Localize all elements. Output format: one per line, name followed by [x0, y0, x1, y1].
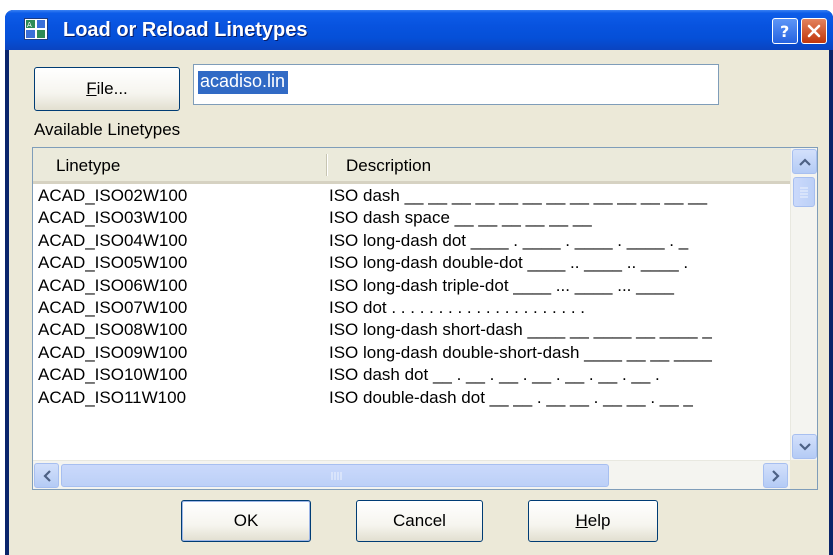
- list-item[interactable]: ACAD_ISO07W100 ISO dot . . . . . . . . . …: [33, 298, 791, 320]
- autocad-app-icon: A: [24, 18, 48, 40]
- linetype-name: ACAD_ISO06W100: [38, 275, 188, 295]
- cancel-button[interactable]: Cancel: [356, 500, 483, 542]
- scrollbar-corner: [790, 460, 817, 489]
- linetype-description: ISO long-dash short-dash ____ __ ____ __…: [329, 320, 712, 340]
- help-button-label: Help: [575, 511, 611, 530]
- list-header: Linetype Description: [33, 148, 791, 184]
- file-name-value: acadiso.lin: [198, 71, 289, 94]
- dialog-body: File... acadiso.lin Available Linetypes …: [9, 50, 829, 555]
- linetype-name: ACAD_ISO03W100: [38, 208, 188, 228]
- linetype-name: ACAD_ISO09W100: [38, 342, 188, 362]
- column-header-description[interactable]: Description: [346, 156, 431, 176]
- window-title: Load or Reload Linetypes: [63, 19, 308, 41]
- scroll-left-button[interactable]: [34, 463, 59, 488]
- svg-text:?: ?: [780, 22, 789, 40]
- horizontal-scroll-thumb[interactable]: [61, 464, 609, 487]
- linetype-name: ACAD_ISO10W100: [38, 365, 188, 385]
- list-rows: ACAD_ISO02W100 ISO dash __ __ __ __ __ __…: [33, 186, 791, 410]
- file-name-input[interactable]: acadiso.lin: [193, 64, 719, 105]
- file-button-label: File...: [86, 79, 128, 98]
- list-item[interactable]: ACAD_ISO06W100 ISO long-dash triple-dot _…: [33, 276, 791, 298]
- linetype-name: ACAD_ISO04W100: [38, 230, 188, 250]
- horizontal-scrollbar[interactable]: [33, 460, 791, 489]
- linetype-description: ISO long-dash double-short-dash ____ __ …: [329, 342, 712, 362]
- scroll-down-button[interactable]: [792, 434, 817, 459]
- linetype-description: ISO long-dash triple-dot ____ ... ____ .…: [329, 275, 674, 295]
- svg-text:A: A: [27, 21, 32, 29]
- title-bar[interactable]: A Load or Reload Linetypes ?: [5, 10, 833, 50]
- linetype-description: ISO double-dash dot __ __ . __ __ . __ _…: [329, 387, 693, 407]
- close-x-icon: [807, 24, 821, 38]
- vertical-scroll-thumb[interactable]: [793, 177, 815, 207]
- chevron-down-icon: [798, 442, 811, 451]
- linetype-name: ACAD_ISO11W100: [38, 387, 187, 407]
- list-item[interactable]: ACAD_ISO10W100 ISO dash dot __ . __ . __ …: [33, 365, 791, 387]
- linetype-name: ACAD_ISO05W100: [38, 253, 188, 273]
- help-title-button[interactable]: ?: [772, 18, 798, 44]
- linetype-description: ISO dash space __ __ __ __ __ __: [329, 208, 592, 228]
- linetype-name: ACAD_ISO08W100: [38, 320, 188, 340]
- linetype-description: ISO dot . . . . . . . . . . . . . . . . …: [329, 297, 586, 317]
- file-button[interactable]: File...: [34, 67, 180, 111]
- chevron-up-icon: [798, 157, 811, 166]
- chevron-right-icon: [771, 469, 780, 482]
- scroll-right-button[interactable]: [763, 463, 788, 488]
- column-header-linetype[interactable]: Linetype: [56, 156, 120, 176]
- list-item[interactable]: ACAD_ISO03W100 ISO dash space __ __ __ __…: [33, 208, 791, 230]
- linetype-name: ACAD_ISO07W100: [38, 297, 188, 317]
- grip-icon: [331, 472, 342, 480]
- column-separator[interactable]: [326, 154, 328, 176]
- question-mark-icon: ?: [780, 22, 789, 40]
- close-button[interactable]: [801, 18, 827, 44]
- list-item[interactable]: ACAD_ISO09W100 ISO long-dash double-short…: [33, 343, 791, 365]
- ok-button[interactable]: OK: [181, 500, 311, 542]
- list-item[interactable]: ACAD_ISO11W100 ISO double-dash dot __ __ …: [33, 388, 791, 410]
- list-item[interactable]: ACAD_ISO05W100 ISO long-dash double-dot _…: [33, 253, 791, 275]
- linetype-description: ISO long-dash double-dot ____ .. ____ ..…: [329, 253, 689, 273]
- list-item[interactable]: ACAD_ISO08W100 ISO long-dash short-dash _…: [33, 320, 791, 342]
- linetype-name: ACAD_ISO02W100: [38, 186, 188, 205]
- list-item[interactable]: ACAD_ISO04W100 ISO long-dash dot ____ . _…: [33, 231, 791, 253]
- grip-icon: [800, 187, 808, 198]
- chevron-left-icon: [42, 469, 51, 482]
- vertical-scrollbar[interactable]: [790, 148, 817, 460]
- help-button[interactable]: Help: [528, 500, 658, 542]
- scroll-up-button[interactable]: [792, 149, 817, 174]
- available-linetypes-label: Available Linetypes: [34, 120, 181, 139]
- linetype-description: ISO long-dash dot ____ . ____ . ____ . _…: [329, 230, 689, 250]
- linetype-list[interactable]: Linetype Description ACAD_ISO02W100 ISO d…: [32, 147, 818, 490]
- list-item[interactable]: ACAD_ISO02W100 ISO dash __ __ __ __ __ __…: [33, 186, 791, 208]
- dialog-window: A Load or Reload Linetypes ? File... aca…: [5, 10, 833, 555]
- linetype-description: ISO dash dot __ . __ . __ . __ . __ . __…: [329, 365, 660, 385]
- linetype-description: ISO dash __ __ __ __ __ __ __ __ __ __ _…: [329, 186, 708, 205]
